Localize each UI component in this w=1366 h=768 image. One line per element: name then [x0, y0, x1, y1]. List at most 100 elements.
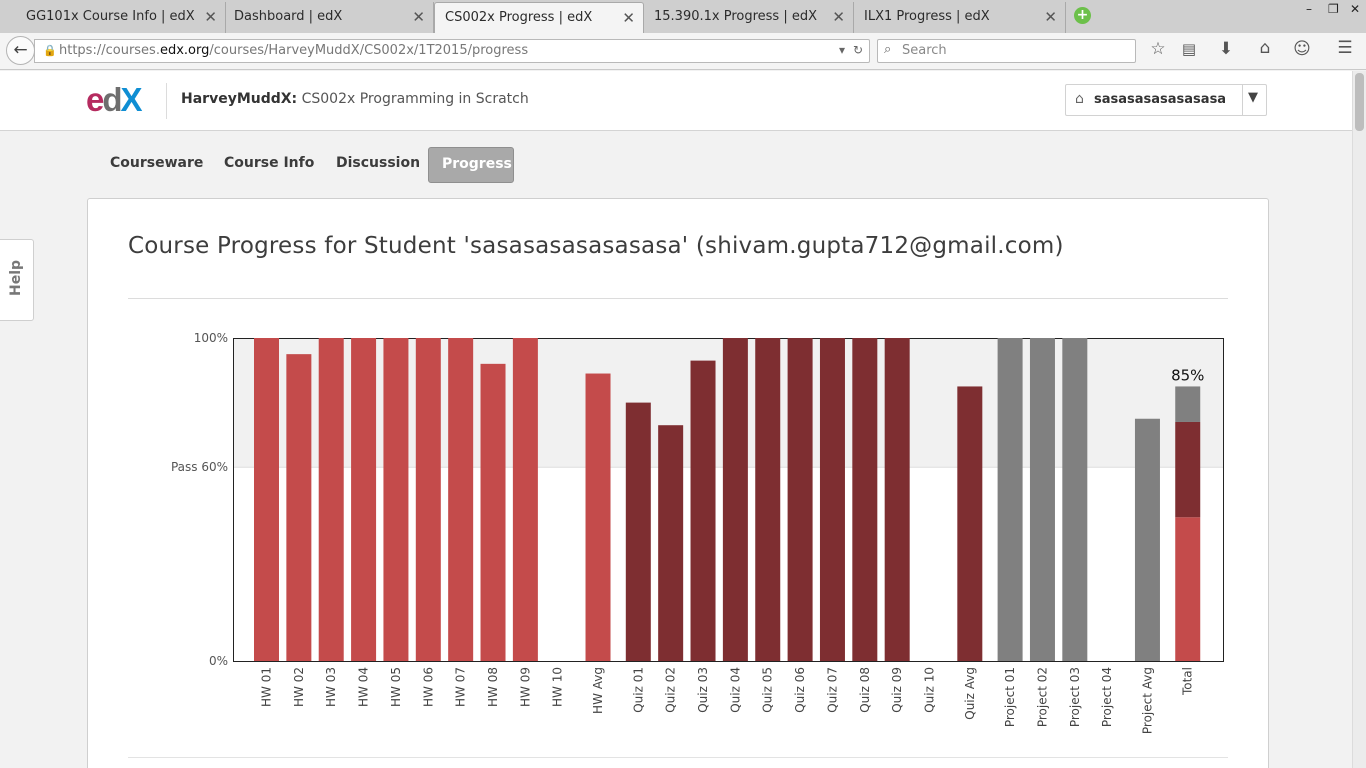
browser-tab-label: ILX1 Progress | edX [864, 9, 990, 24]
close-tab-icon[interactable]: ✕ [622, 9, 635, 27]
smiley-icon[interactable]: ☺ [1291, 39, 1313, 59]
y-tick-label: Pass 60% [171, 460, 228, 474]
header-divider [166, 83, 167, 119]
lock-icon: 🔒 [43, 44, 57, 57]
divider [128, 757, 1228, 758]
x-tick-label: Quiz 04 [728, 667, 742, 713]
chart-bar [787, 338, 813, 661]
x-tick-label: Quiz 10 [923, 667, 937, 713]
x-tick-label: HW 07 [454, 667, 468, 707]
back-button[interactable]: ← [6, 36, 35, 65]
chart-bar [1134, 418, 1160, 661]
new-tab-icon[interactable]: + [1074, 7, 1091, 24]
x-tick-label: Quiz 07 [825, 667, 839, 713]
site-header: edX HarveyMuddX: CS002x Programming in S… [0, 71, 1352, 131]
chart-bar [286, 354, 312, 661]
chart-bar [625, 402, 651, 661]
chart-bar [480, 363, 506, 661]
browser-tab-bar: GG101x Course Info | edX ✕ Dashboard | e… [0, 0, 1366, 33]
x-tick-label: Quiz 02 [664, 667, 678, 713]
x-tick-label: HW 04 [357, 667, 371, 707]
chart-bar [852, 338, 878, 661]
x-tick-label: Quiz 05 [761, 667, 775, 713]
progress-chart: 100% Pass 60% 0% HW 01 HW 02 HW 03 HW 04 HW 05 H… [171, 331, 1224, 734]
course-name: CS002x Programming in Scratch [301, 91, 529, 107]
tab-progress[interactable]: Progress [428, 147, 514, 183]
chart-bar [997, 338, 1023, 661]
chart-bar-segment [1175, 421, 1201, 518]
close-window-icon[interactable]: ✕ [1350, 2, 1360, 16]
total-value-label: 85% [1171, 366, 1204, 384]
x-tick-label: Quiz 09 [890, 667, 904, 713]
bookmarks-list-icon[interactable]: ▤ [1178, 40, 1200, 58]
close-tab-icon[interactable]: ✕ [832, 8, 845, 26]
x-tick-label: Quiz 06 [793, 667, 807, 713]
menu-icon[interactable]: ☰ [1334, 38, 1356, 58]
browser-tab-active[interactable]: CS002x Progress | edX ✕ [434, 2, 644, 33]
x-tick-label: Quiz Avg [963, 667, 977, 720]
browser-tab[interactable]: ILX1 Progress | edX ✕ [854, 2, 1066, 33]
browser-tab[interactable]: Dashboard | edX ✕ [226, 2, 434, 33]
username[interactable]: sasasasasasasasa [1094, 92, 1226, 107]
chart-bar [585, 373, 611, 661]
x-tick-label: Quiz 08 [858, 667, 872, 713]
search-input[interactable]: ⌕ Search [877, 39, 1136, 63]
x-tick-label: HW 08 [486, 667, 500, 707]
url-dropdown-icon[interactable]: ▾ [839, 43, 845, 57]
x-tick-label: Total [1181, 667, 1195, 696]
y-tick-label: 100% [194, 331, 228, 345]
url-path: /courses/HarveyMuddX/CS002x/1T2015/progr… [209, 43, 529, 58]
x-tick-label: Project 01 [1003, 667, 1017, 727]
help-label: Help [8, 259, 24, 296]
browser-tab-label: 15.390.1x Progress | edX [654, 9, 817, 24]
address-bar[interactable]: 🔒 https://courses.edx.org/courses/Harvey… [34, 39, 870, 63]
x-tick-label: Project 03 [1068, 667, 1082, 727]
x-tick-label: Project Avg [1140, 667, 1154, 734]
home-icon[interactable]: ⌂ [1254, 38, 1276, 58]
chart-bar [512, 338, 538, 661]
help-tab[interactable]: Help [0, 239, 34, 321]
chart-bar [658, 425, 684, 661]
scrollbar[interactable] [1352, 71, 1366, 768]
bookmark-star-icon[interactable]: ☆ [1147, 39, 1169, 59]
tab-courseware[interactable]: Courseware [100, 147, 213, 183]
chart-bar [383, 338, 409, 661]
x-tick-label: HW 10 [551, 667, 565, 707]
home-icon: ⌂ [1075, 91, 1084, 107]
dropdown-caret-icon[interactable]: ▼ [1248, 90, 1258, 105]
chart-bar [1062, 338, 1088, 661]
close-tab-icon[interactable]: ✕ [204, 8, 217, 26]
search-icon: ⌕ [884, 42, 892, 57]
chart-bar [690, 360, 716, 661]
tab-course-info[interactable]: Course Info [214, 147, 324, 183]
restore-icon[interactable]: ❐ [1328, 2, 1339, 16]
x-tick-label: HW 09 [518, 667, 532, 707]
user-menu[interactable]: ⌂ sasasasasasasasa ▼ [1065, 84, 1267, 116]
downloads-icon[interactable]: ⬇ [1215, 39, 1237, 59]
progress-card: Course Progress for Student 'sasasasasas… [87, 198, 1269, 768]
chart-bar [318, 338, 344, 661]
chart-bar [415, 338, 441, 661]
x-tick-label: Quiz 01 [631, 667, 645, 713]
x-tick-label: Project 02 [1035, 667, 1049, 727]
browser-tab-label: GG101x Course Info | edX [26, 9, 195, 24]
browser-tab[interactable]: GG101x Course Info | edX ✕ [0, 2, 226, 33]
x-tick-label: HW 02 [292, 667, 306, 707]
minimize-icon[interactable]: – [1306, 2, 1312, 16]
scrollbar-thumb[interactable] [1355, 73, 1364, 131]
tab-discussion[interactable]: Discussion [326, 147, 430, 183]
browser-tab[interactable]: 15.390.1x Progress | edX ✕ [644, 2, 854, 33]
chart-bar [351, 338, 377, 661]
search-placeholder: Search [902, 43, 947, 58]
chart-bar [884, 338, 910, 661]
x-tick-label: HW 06 [421, 667, 435, 707]
chart-bar [1029, 338, 1055, 661]
x-tick-label: HW 03 [324, 667, 338, 707]
chart-bar-segment [1175, 386, 1201, 422]
course-title: HarveyMuddX: CS002x Programming in Scrat… [181, 91, 529, 107]
reload-icon[interactable]: ↻ [853, 43, 863, 57]
edx-logo[interactable]: edX [86, 83, 156, 117]
x-tick-label: HW 05 [389, 667, 403, 707]
close-tab-icon[interactable]: ✕ [412, 8, 425, 26]
close-tab-icon[interactable]: ✕ [1044, 8, 1057, 26]
